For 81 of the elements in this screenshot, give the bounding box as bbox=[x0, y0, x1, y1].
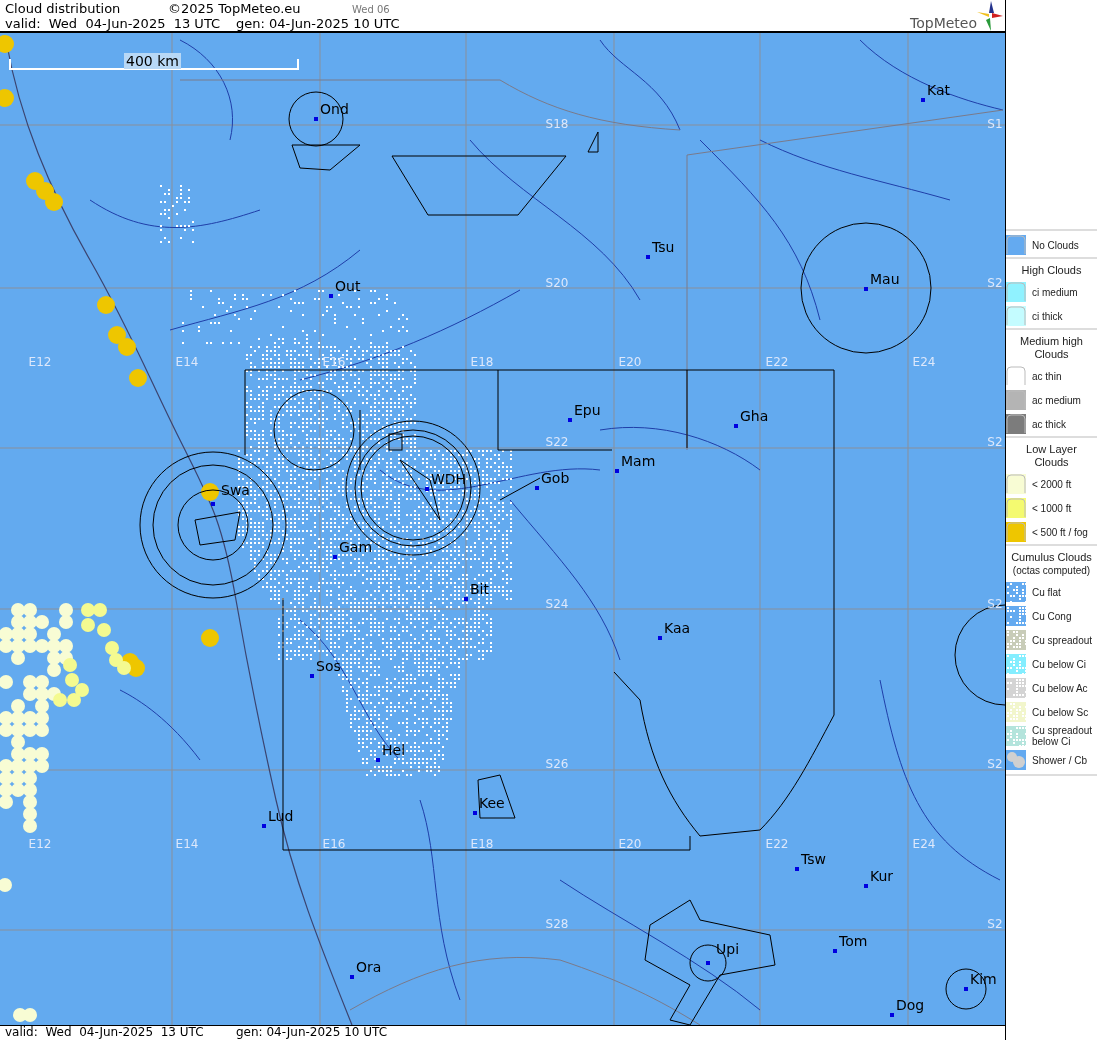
city-label: Ond bbox=[320, 101, 349, 117]
valid-time: valid: Wed 04-Jun-2025 13 UTC bbox=[5, 16, 222, 31]
legend-label: < 500 ft / fog bbox=[1032, 526, 1088, 538]
legend-heading: Low Layer Clouds bbox=[1026, 443, 1077, 468]
grid-label: E20 bbox=[618, 837, 642, 851]
legend-label: Cu flat bbox=[1032, 586, 1061, 598]
city-label: Lud bbox=[268, 808, 294, 824]
legend-label: Shower / Cb bbox=[1032, 754, 1088, 766]
valid-time: valid: Wed 04-Jun-2025 13 UTC bbox=[5, 1026, 205, 1039]
grid-label: S22 bbox=[545, 435, 569, 449]
legend-label: No Clouds bbox=[1032, 239, 1079, 251]
city-label: Kat bbox=[927, 82, 950, 98]
grid-label: E14 bbox=[175, 837, 199, 851]
logo-text: TopMeteo bbox=[910, 15, 977, 31]
grid-label: E14 bbox=[175, 355, 199, 369]
city-label: Ora bbox=[356, 959, 382, 975]
legend-label: Cu below Sc bbox=[1032, 706, 1089, 718]
city-label: Out bbox=[335, 278, 361, 294]
generated-time: gen: 04-Jun-2025 10 UTC bbox=[236, 1026, 388, 1039]
grid-label: E12 bbox=[28, 837, 52, 851]
grid-label: S2 bbox=[987, 276, 1003, 290]
grid-label: S20 bbox=[545, 276, 569, 290]
grid-label: E16 bbox=[322, 837, 346, 851]
city-label: Mam bbox=[621, 453, 656, 469]
copyright-text: ©2025 TopMeteo.eu bbox=[168, 1, 302, 16]
grid-label: E24 bbox=[912, 837, 936, 851]
grid-label: S24 bbox=[545, 597, 569, 611]
city-label: Kaa bbox=[664, 620, 691, 636]
legend-label: ci thick bbox=[1032, 310, 1063, 322]
grid-label: E22 bbox=[765, 355, 789, 369]
city-label: Gha bbox=[740, 408, 769, 424]
city-label: Tom bbox=[839, 933, 868, 949]
grid-label: S28 bbox=[545, 917, 569, 931]
city-label: Mau bbox=[870, 271, 900, 287]
city-label: Kee bbox=[479, 795, 505, 811]
city-label: Gob bbox=[541, 470, 570, 486]
city-label: Kur bbox=[870, 868, 894, 884]
grid-label: S2 bbox=[987, 917, 1003, 931]
scale-label: 400 km bbox=[124, 53, 181, 69]
legend-label: ac thick bbox=[1032, 418, 1066, 430]
grid-label: E20 bbox=[618, 355, 642, 369]
city-label: Kim bbox=[970, 971, 997, 987]
city-label: Gam bbox=[339, 539, 373, 555]
grid-label: E12 bbox=[28, 355, 52, 369]
grid-label: E18 bbox=[470, 355, 494, 369]
map-title: Cloud distribution bbox=[5, 1, 122, 16]
grid-label: E24 bbox=[912, 355, 936, 369]
legend-label: ac thin bbox=[1032, 370, 1062, 382]
legend-heading: Cumulus Clouds bbox=[1011, 551, 1092, 563]
city-label: Tsu bbox=[652, 239, 675, 255]
day-label: Wed 06 bbox=[352, 4, 390, 15]
city-label: Swa bbox=[221, 482, 250, 498]
legend-label: Cu spreadout bbox=[1032, 634, 1093, 646]
grid-label: S2 bbox=[987, 435, 1003, 449]
generated-time: gen: 04-Jun-2025 10 UTC bbox=[236, 16, 400, 31]
grid-label: S26 bbox=[545, 757, 569, 771]
grid-label: S1 bbox=[987, 117, 1003, 131]
legend-label: < 1000 ft bbox=[1032, 502, 1072, 514]
legend-heading: High Clouds bbox=[1021, 264, 1082, 276]
city-label: Tsw bbox=[801, 851, 826, 867]
legend-label: Cu below Ci bbox=[1032, 658, 1086, 670]
legend-label: ci medium bbox=[1032, 286, 1078, 298]
grid-label: S18 bbox=[545, 117, 569, 131]
legend-heading: Medium high Clouds bbox=[1020, 335, 1083, 360]
legend-label: Cu Cong bbox=[1032, 610, 1072, 622]
city-label: Dog bbox=[896, 997, 925, 1013]
grid-label: S2 bbox=[987, 757, 1003, 771]
legend-label: Cu below Ac bbox=[1032, 682, 1088, 694]
legend-note: (octas computed) bbox=[1011, 564, 1092, 577]
grid-label: E16 bbox=[322, 355, 346, 369]
grid-label: E22 bbox=[765, 837, 789, 851]
grid-label: E18 bbox=[470, 837, 494, 851]
city-label: Hel bbox=[382, 742, 406, 758]
legend-label: < 2000 ft bbox=[1032, 478, 1072, 490]
legend-label: Cu spreadout below Ci bbox=[1032, 725, 1094, 747]
city-label: Bit bbox=[470, 581, 489, 597]
city-label: Sos bbox=[316, 658, 341, 674]
city-label: Epu bbox=[574, 402, 601, 418]
city-label: Upi bbox=[716, 941, 740, 957]
legend-label: ac medium bbox=[1032, 394, 1081, 406]
city-label: WDH bbox=[431, 471, 467, 487]
